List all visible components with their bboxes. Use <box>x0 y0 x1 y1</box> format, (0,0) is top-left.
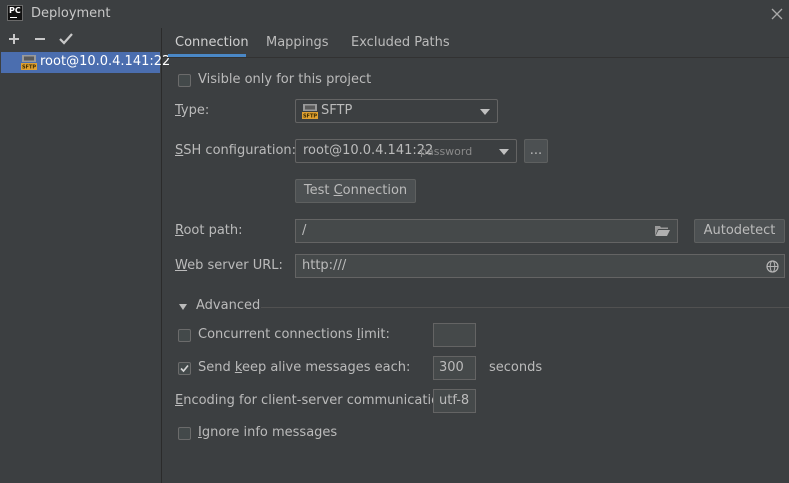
root-path-field[interactable]: / <box>295 219 678 243</box>
web-server-url-label: Web server URL: <box>175 258 283 273</box>
root-path-value: / <box>302 223 307 238</box>
ssh-configurations-browse-button[interactable]: ... <box>524 139 548 163</box>
ssh-auth-type: password <box>420 145 473 158</box>
advanced-section-title[interactable]: Advanced <box>196 298 260 313</box>
close-icon[interactable] <box>768 5 786 23</box>
web-server-url-field[interactable]: http:/// <box>295 254 785 278</box>
ssh-configuration-label: SSH configuration: <box>175 143 297 158</box>
sftp-icon: SFTP <box>302 104 318 123</box>
chevron-down-icon <box>480 109 490 115</box>
encoding-label: Encoding for client-server communication… <box>175 393 452 408</box>
web-server-url-value: http:/// <box>302 258 347 273</box>
active-tab-indicator <box>168 54 246 57</box>
encoding-input[interactable]: utf-8 <box>433 389 476 413</box>
server-list-panel: SFTP root@10.0.4.141:22 <box>0 28 170 483</box>
type-select[interactable]: SFTP SFTP <box>295 99 498 123</box>
ssh-configuration-value: root@10.0.4.141:22 <box>303 143 434 158</box>
server-item-label: root@10.0.4.141:22 <box>40 54 171 69</box>
globe-icon[interactable] <box>766 260 779 277</box>
ssh-configuration-select[interactable]: root@10.0.4.141:22 password <box>295 139 517 163</box>
concurrent-limit-checkbox[interactable] <box>178 329 191 342</box>
tab-connection[interactable]: Connection <box>175 35 249 50</box>
svg-text:SFTP: SFTP <box>22 65 36 71</box>
tab-excluded-paths[interactable]: Excluded Paths <box>351 35 450 50</box>
keep-alive-checkbox[interactable] <box>178 362 191 375</box>
keep-alive-input[interactable]: 300 <box>433 356 476 380</box>
type-value: SFTP <box>321 103 353 118</box>
tab-bar: Connection Mappings Excluded Paths <box>162 28 789 58</box>
root-path-label: Root path: <box>175 223 243 238</box>
visible-only-checkbox[interactable] <box>178 74 191 87</box>
visible-only-label: Visible only for this project <box>198 72 372 87</box>
concurrent-limit-input[interactable] <box>433 323 476 347</box>
title-bar: PC Deployment <box>0 0 789 28</box>
autodetect-button[interactable]: Autodetect <box>694 219 785 243</box>
minus-icon[interactable] <box>31 30 49 48</box>
check-icon <box>180 364 189 373</box>
ignore-info-checkbox[interactable] <box>178 427 191 440</box>
test-connection-button[interactable]: Test Connection <box>295 179 416 203</box>
expand-triangle-icon[interactable] <box>179 304 187 310</box>
check-icon[interactable] <box>57 30 75 48</box>
concurrent-limit-label: Concurrent connections limit: <box>198 327 390 342</box>
keep-alive-label: Send keep alive messages each: <box>198 360 411 375</box>
tab-mappings[interactable]: Mappings <box>266 35 329 50</box>
server-list-item[interactable]: SFTP root@10.0.4.141:22 <box>1 52 170 74</box>
sftp-icon: SFTP <box>21 55 37 74</box>
keep-alive-unit: seconds <box>489 360 543 375</box>
window-title: Deployment <box>31 6 111 21</box>
advanced-divider <box>261 307 789 308</box>
chevron-down-icon <box>499 149 509 155</box>
plus-icon[interactable] <box>5 30 23 48</box>
ignore-info-label: Ignore info messages <box>198 425 338 440</box>
folder-icon[interactable] <box>655 225 670 241</box>
server-settings-panel: Connection Mappings Excluded Paths Visib… <box>162 28 789 483</box>
svg-text:SFTP: SFTP <box>303 114 317 120</box>
app-icon-text: PC <box>9 6 21 15</box>
pycharm-app-icon: PC <box>7 5 23 21</box>
type-label: Type: <box>175 103 210 118</box>
